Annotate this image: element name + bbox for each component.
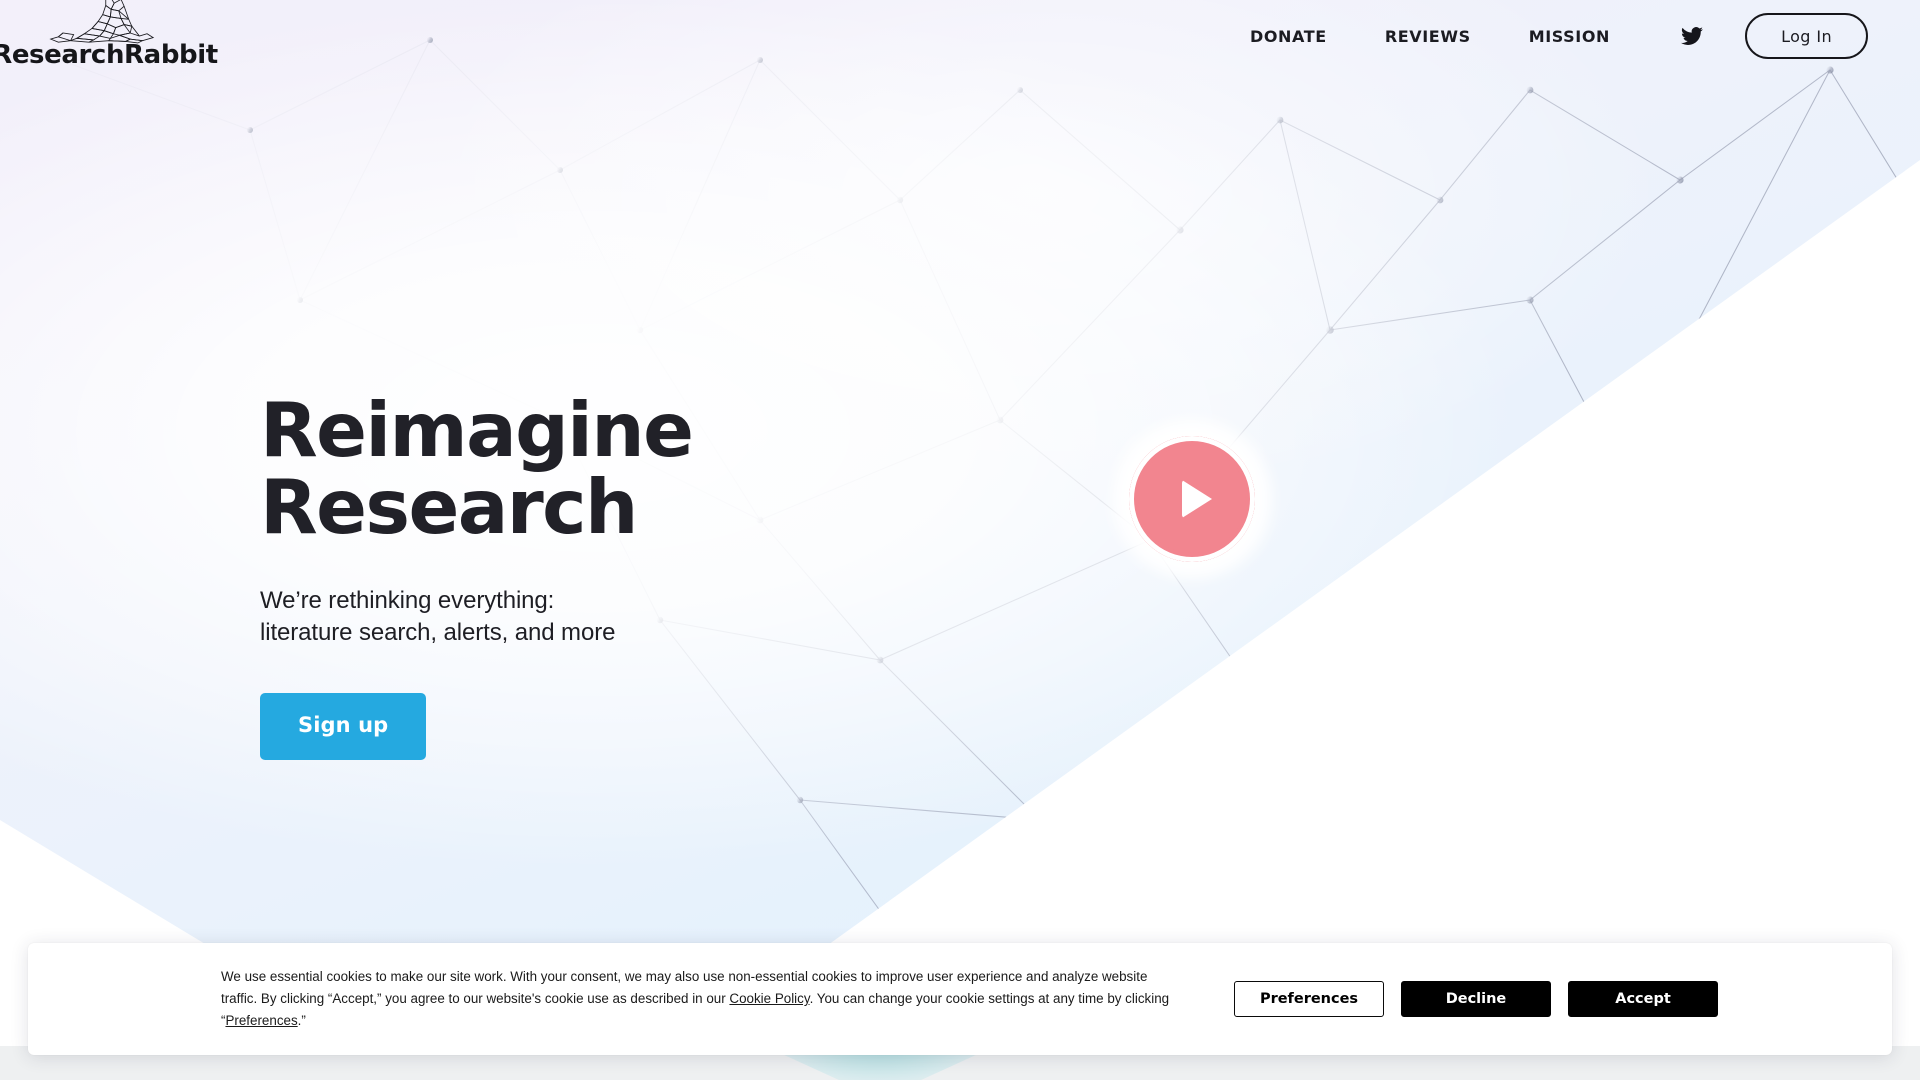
main-navigation: DONATE REVIEWS MISSION Log In (1221, 0, 1920, 72)
signup-button[interactable]: Sign up (260, 692, 427, 760)
preferences-button[interactable]: Preferences (1234, 981, 1384, 1017)
rabbit-wireframe-logo-icon (49, 0, 155, 44)
cookie-policy-link[interactable]: Cookie Policy (729, 991, 809, 1006)
accept-button[interactable]: Accept (1568, 981, 1718, 1017)
nav-item-donate[interactable]: DONATE (1221, 27, 1356, 46)
preferences-link[interactable]: Preferences (225, 1013, 297, 1028)
landing-page: ResearchRabbit DONATE REVIEWS MISSION Lo… (0, 0, 1920, 1080)
hero-section: Reimagine Research We’re rethinking ever… (260, 386, 1020, 760)
twitter-link[interactable] (1639, 25, 1733, 47)
brand-logo[interactable]: ResearchRabbit (0, 0, 218, 68)
hero-subtitle: We’re rethinking everything: literature … (260, 586, 616, 647)
play-icon (1181, 480, 1212, 518)
nav-item-mission[interactable]: MISSION (1500, 27, 1639, 46)
twitter-icon (1681, 27, 1704, 45)
play-button-disc (1129, 436, 1255, 562)
video-play-button[interactable] (1112, 419, 1272, 579)
cookie-consent-banner: We use essential cookies to make our sit… (28, 943, 1892, 1055)
site-header: ResearchRabbit DONATE REVIEWS MISSION Lo… (0, 0, 1920, 72)
decline-button[interactable]: Decline (1401, 981, 1551, 1017)
cookie-banner-actions: Preferences Decline Accept (1234, 981, 1718, 1017)
page-title: Reimagine Research (260, 386, 694, 552)
nav-item-reviews[interactable]: REVIEWS (1356, 27, 1500, 46)
brand-name: ResearchRabbit (0, 40, 218, 70)
cookie-banner-text: We use essential cookies to make our sit… (221, 966, 1171, 1031)
login-button[interactable]: Log In (1745, 13, 1868, 59)
cookie-text-part3: .” (297, 1012, 306, 1028)
